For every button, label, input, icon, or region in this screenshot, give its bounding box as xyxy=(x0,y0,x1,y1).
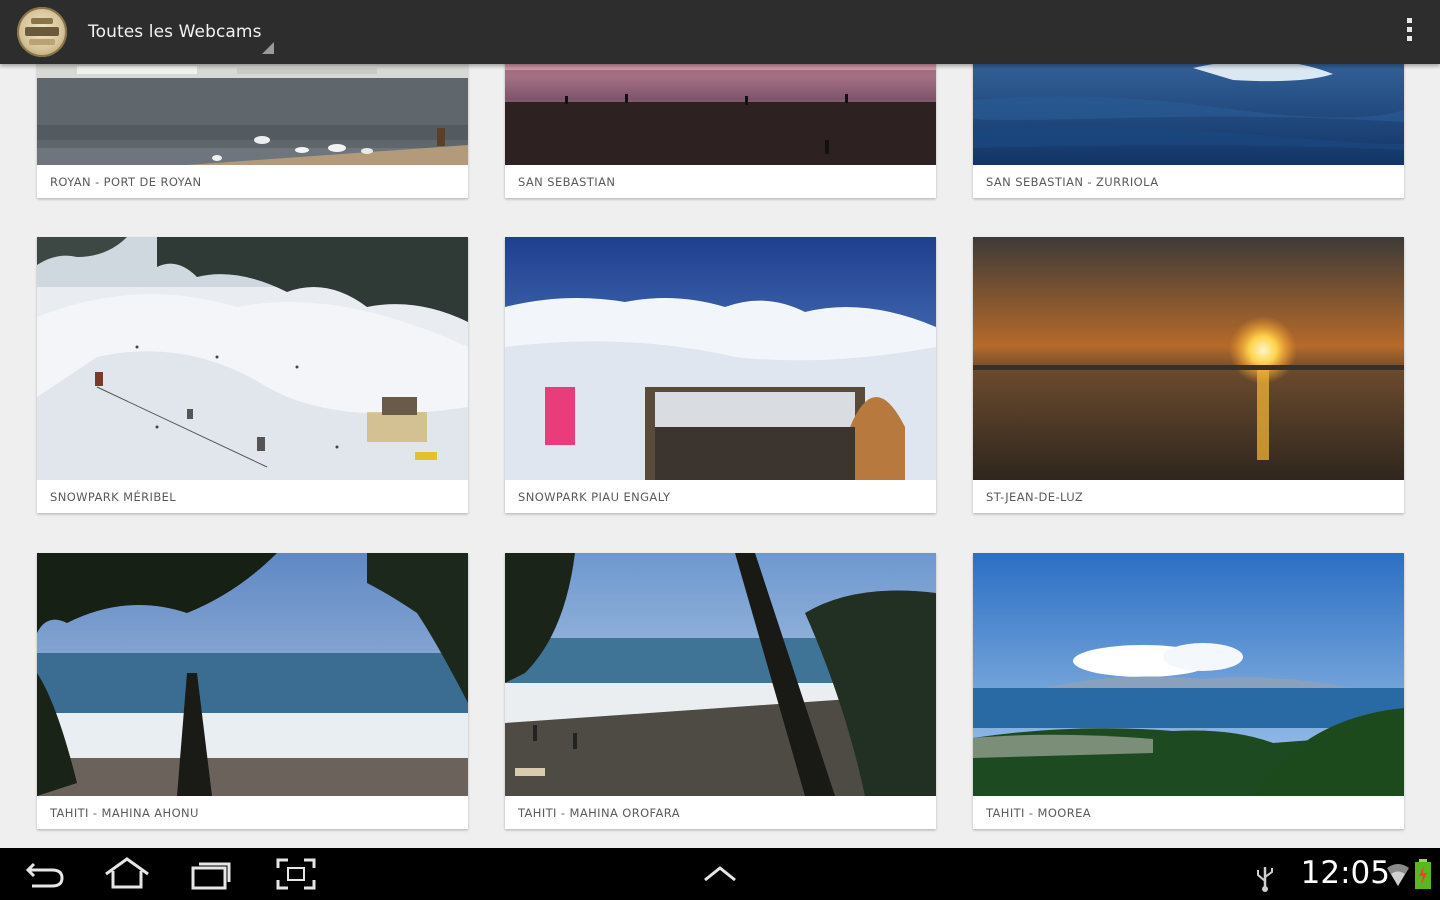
webcam-name: TAHITI - MOOREA xyxy=(986,806,1092,820)
webcam-card[interactable]: SNOWPARK MÉRIBEL xyxy=(37,237,468,513)
webcam-name: SAN SEBASTIAN xyxy=(518,175,616,189)
webcam-name: TAHITI - MAHINA AHONU xyxy=(50,806,199,820)
webcam-thumbnail xyxy=(37,553,468,796)
webcam-name: SAN SEBASTIAN - ZURRIOLA xyxy=(986,175,1159,189)
wifi-icon xyxy=(1387,864,1409,886)
status-clock: 12:05 xyxy=(1300,855,1390,891)
webcam-grid[interactable]: ROYAN - PORT DE ROYAN SAN SEBASTIAN SAN … xyxy=(0,0,1440,848)
webcam-card[interactable]: TAHITI - MOOREA xyxy=(973,553,1404,829)
spinner-dropdown-icon[interactable] xyxy=(262,42,274,54)
action-bar: Toutes les Webcams xyxy=(0,0,1440,64)
battery-charging-icon xyxy=(1415,859,1431,889)
system-navigation-bar xyxy=(0,848,1440,900)
webcam-card[interactable]: ST-JEAN-DE-LUZ xyxy=(973,237,1404,513)
home-icon[interactable] xyxy=(102,856,152,892)
webcam-thumbnail xyxy=(37,237,468,480)
webcam-name: ROYAN - PORT DE ROYAN xyxy=(50,175,202,189)
usb-icon xyxy=(1257,867,1273,892)
chevron-up-icon[interactable] xyxy=(702,856,738,892)
webcam-card[interactable]: TAHITI - MAHINA OROFARA xyxy=(505,553,936,829)
webcam-thumbnail xyxy=(505,237,936,480)
category-spinner-title[interactable]: Toutes les Webcams xyxy=(88,22,262,42)
overflow-menu-icon[interactable] xyxy=(1404,18,1414,46)
webcam-name: ST-JEAN-DE-LUZ xyxy=(986,490,1084,504)
app-logo-icon[interactable] xyxy=(17,7,67,57)
webcam-name: SNOWPARK MÉRIBEL xyxy=(50,490,177,504)
back-icon[interactable] xyxy=(22,856,68,892)
screenshot-icon[interactable] xyxy=(274,856,318,892)
app-screen: ROYAN - PORT DE ROYAN SAN SEBASTIAN SAN … xyxy=(0,0,1440,900)
webcam-name: TAHITI - MAHINA OROFARA xyxy=(518,806,680,820)
recent-apps-icon[interactable] xyxy=(189,856,235,892)
webcam-thumbnail xyxy=(973,237,1404,480)
webcam-thumbnail xyxy=(973,553,1404,796)
webcam-thumbnail xyxy=(505,553,936,796)
webcam-name: SNOWPARK PIAU ENGALY xyxy=(518,490,671,504)
webcam-card[interactable]: SNOWPARK PIAU ENGALY xyxy=(505,237,936,513)
webcam-card[interactable]: TAHITI - MAHINA AHONU xyxy=(37,553,468,829)
